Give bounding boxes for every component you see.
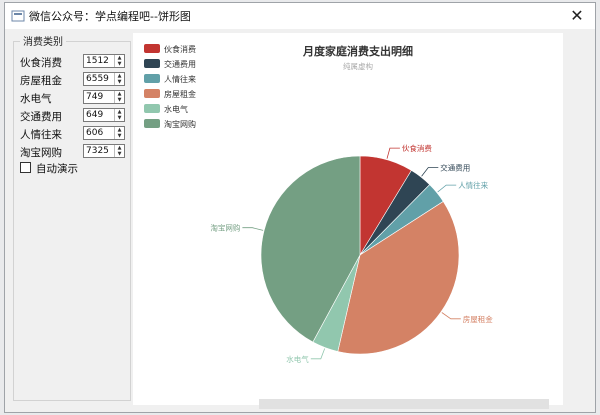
slice-label: 水电气: [286, 354, 309, 364]
pie-chart: 月度家庭消费支出明细纯属虚构伙食消费交通费用人情往来房屋租金水电气淘宝网购伙食消…: [144, 44, 493, 364]
slice-leader-line: [437, 184, 457, 193]
category-label: 交通费用: [20, 111, 62, 123]
amount-spinbox[interactable]: 1512 ▲ ▼: [83, 54, 125, 68]
category-row: 水电气 749 ▲ ▼: [20, 90, 130, 106]
legend-label: 房屋租金: [164, 89, 196, 99]
legend-label: 伙食消费: [164, 44, 196, 54]
slice-label: 房屋租金: [463, 314, 493, 324]
spin-arrows: ▲ ▼: [114, 127, 124, 139]
auto-demo-label: 自动演示: [36, 163, 78, 175]
spin-down-icon[interactable]: ▼: [115, 133, 124, 139]
spinbox-value: 6559: [86, 74, 109, 84]
legend-swatch: [144, 44, 160, 53]
legend-swatch: [144, 119, 160, 128]
slice-leader-line: [242, 227, 264, 231]
category-label: 水电气: [20, 93, 52, 105]
amount-spinbox[interactable]: 649 ▲ ▼: [83, 108, 125, 122]
spinbox-value: 7325: [86, 146, 109, 156]
chart-subtitle: 纯属虚构: [343, 61, 373, 71]
slice-leader-line: [441, 312, 461, 320]
slice-leader-line: [386, 147, 400, 159]
app-icon: [11, 10, 25, 22]
app-window: 微信公众号：学点编程吧--饼形图 ✕ 消费类别 伙食消费 1512 ▲ ▼ 房屋…: [4, 2, 596, 413]
spinbox-value: 749: [86, 92, 104, 102]
category-groupbox: 消费类别 伙食消费 1512 ▲ ▼ 房屋租金 6559 ▲ ▼ 水电气 749…: [13, 33, 131, 401]
category-row: 伙食消费 1512 ▲ ▼: [20, 54, 130, 70]
category-label: 淘宝网购: [20, 147, 62, 159]
legend-label: 人情往来: [164, 74, 196, 84]
category-label: 人情往来: [20, 129, 62, 141]
slice-label: 伙食消费: [402, 143, 432, 153]
scroll-strip: [259, 399, 549, 409]
close-button[interactable]: ✕: [565, 6, 589, 26]
slice-label: 淘宝网购: [210, 223, 240, 233]
slice-leader-line: [421, 167, 439, 177]
spin-down-icon[interactable]: ▼: [115, 115, 124, 121]
legend-swatch: [144, 104, 160, 113]
legend-label: 淘宝网购: [164, 119, 196, 129]
groupbox-title: 消费类别: [20, 33, 66, 48]
legend-swatch: [144, 89, 160, 98]
category-row: 交通费用 649 ▲ ▼: [20, 108, 130, 124]
amount-spinbox[interactable]: 606 ▲ ▼: [83, 126, 125, 140]
window-title: 微信公众号：学点编程吧--饼形图: [29, 10, 191, 23]
spin-down-icon[interactable]: ▼: [115, 97, 124, 103]
category-row: 淘宝网购 7325 ▲ ▼: [20, 144, 130, 160]
spin-arrows: ▲ ▼: [114, 145, 124, 157]
category-label: 伙食消费: [20, 57, 62, 69]
legend-label: 水电气: [164, 104, 188, 114]
legend-swatch: [144, 59, 160, 68]
slice-leader-line: [310, 348, 326, 360]
slice-label: 交通费用: [440, 163, 470, 173]
amount-spinbox[interactable]: 6559 ▲ ▼: [83, 72, 125, 86]
spin-down-icon[interactable]: ▼: [115, 79, 124, 85]
auto-demo-checkbox[interactable]: [20, 162, 31, 173]
category-panel: 消费类别 伙食消费 1512 ▲ ▼ 房屋租金 6559 ▲ ▼ 水电气 749…: [11, 33, 131, 405]
amount-spinbox[interactable]: 749 ▲ ▼: [83, 90, 125, 104]
category-label: 房屋租金: [20, 75, 62, 87]
spin-arrows: ▲ ▼: [114, 109, 124, 121]
title-bar: 微信公众号：学点编程吧--饼形图 ✕: [5, 3, 595, 29]
spin-down-icon[interactable]: ▼: [115, 151, 124, 157]
legend-label: 交通费用: [164, 59, 196, 69]
spin-down-icon[interactable]: ▼: [115, 61, 124, 67]
amount-spinbox[interactable]: 7325 ▲ ▼: [83, 144, 125, 158]
spinbox-value: 1512: [86, 56, 109, 66]
pie-chart-area: 月度家庭消费支出明细 纯属虚构 伙食消费 交通费用 人情往来 房屋租金 水电气 淘宝网购 伙食消…: [133, 33, 563, 405]
spinbox-value: 649: [86, 110, 104, 120]
spin-arrows: ▲ ▼: [114, 73, 124, 85]
category-row: 房屋租金 6559 ▲ ▼: [20, 72, 130, 88]
spin-arrows: ▲ ▼: [114, 55, 124, 67]
category-row: 人情往来 606 ▲ ▼: [20, 126, 130, 142]
slice-label: 人情往来: [458, 180, 488, 190]
chart-title: 月度家庭消费支出明细: [302, 44, 413, 58]
legend-swatch: [144, 74, 160, 83]
spinbox-value: 606: [86, 128, 104, 138]
spin-arrows: ▲ ▼: [114, 91, 124, 103]
